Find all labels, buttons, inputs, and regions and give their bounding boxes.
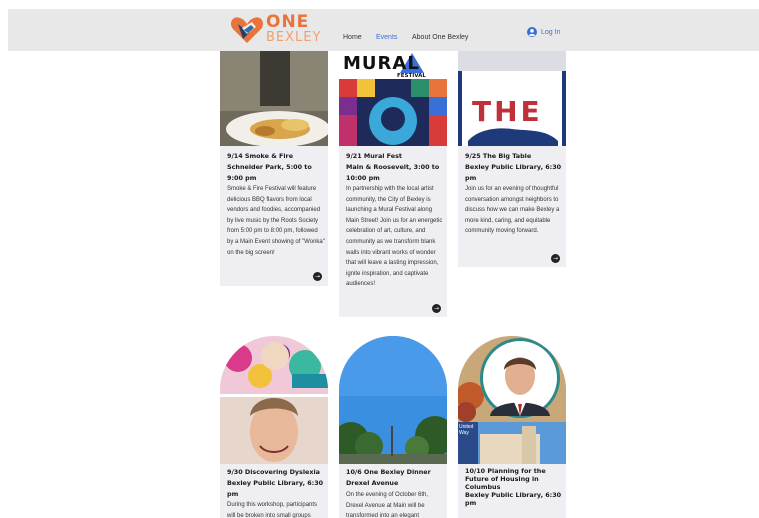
event-card[interactable]: 9/30 Discovering Dyslexia Bexley Public … [220, 336, 328, 518]
event-image [339, 336, 447, 464]
event-title: 9/21 Mural Fest Main & Roosevelt, 3:00 t… [346, 152, 440, 182]
event-card[interactable]: 9/14 Smoke & Fire Schneider Park, 5:00 t… [220, 51, 328, 286]
big-table-image-text: THE [472, 95, 543, 128]
logo-text-one: ONE [266, 12, 310, 32]
event-image [220, 51, 328, 146]
user-avatar-icon [527, 27, 537, 37]
event-description: On the evening of October 6th, Drexel Av… [346, 492, 429, 518]
arrow-right-icon[interactable]: → [313, 272, 322, 281]
event-card[interactable]: MURAL FESTIVAL 9/21 Mural Fest Main & Ro… [339, 51, 447, 317]
mural-logo-subtext: FESTIVAL [397, 73, 426, 79]
event-title: 9/25 The Big Table Bexley Public Library… [465, 152, 562, 182]
logo-text-bexley: BEXLEY [266, 30, 322, 45]
united-way-text: United Way [459, 424, 474, 436]
event-image: MURAL FESTIVAL [339, 51, 447, 146]
mural-logo-text: MURAL [343, 53, 420, 74]
login-label: Log In [541, 28, 561, 36]
event-image [220, 336, 328, 464]
arrow-right-icon[interactable]: → [551, 254, 560, 263]
site-header: ONE BEXLEY Home Events About One Bexley … [8, 9, 759, 51]
heart-logo-icon [230, 17, 264, 43]
event-card[interactable]: United Way 10/10 Planning for the Future… [458, 336, 566, 518]
event-title: 10/6 One Bexley Dinner Drexel Avenue [346, 468, 431, 487]
event-description: Smoke & Fire Festival will feature delic… [227, 186, 325, 256]
event-title: 9/30 Discovering Dyslexia Bexley Public … [227, 468, 324, 498]
nav-events[interactable]: Events [376, 34, 397, 41]
event-description: In partnership with the local artist com… [346, 186, 443, 288]
one-bexley-logo[interactable]: ONE BEXLEY [230, 14, 326, 46]
event-image: THE [458, 51, 566, 146]
event-card[interactable]: 10/6 One Bexley Dinner Drexel Avenue On … [339, 336, 447, 518]
event-image: United Way [458, 336, 566, 464]
event-description: Join us for an evening of thoughtful con… [465, 186, 560, 235]
event-title: 10/10 Planning for the Future of Housing… [465, 467, 562, 507]
event-card[interactable]: THE 9/25 The Big Table Bexley Public Lib… [458, 51, 566, 267]
event-title: 9/14 Smoke & Fire Schneider Park, 5:00 t… [227, 152, 312, 182]
event-description: During this workshop, participants will … [227, 502, 318, 518]
arrow-right-icon[interactable]: → [432, 304, 441, 313]
nav-home[interactable]: Home [343, 34, 362, 41]
nav-about[interactable]: About One Bexley [412, 34, 468, 41]
login-button[interactable]: Log In [527, 27, 560, 37]
